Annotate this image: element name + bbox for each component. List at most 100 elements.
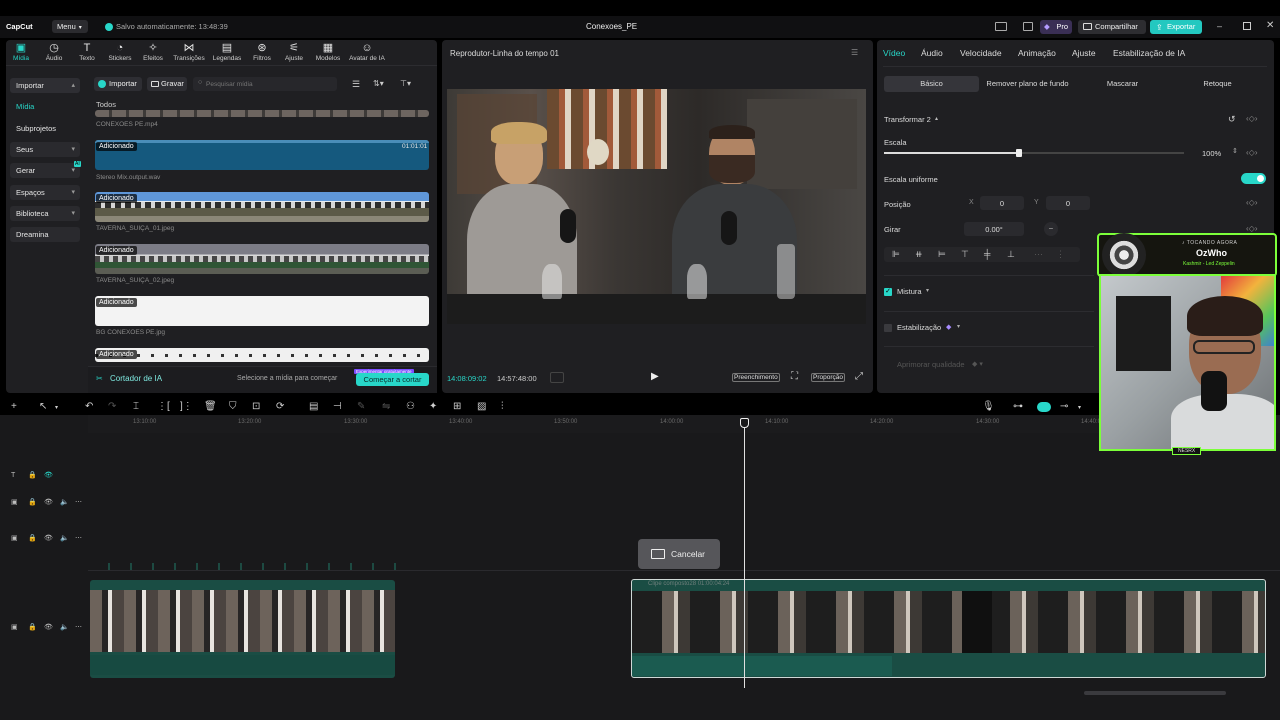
minimize-icon[interactable]: –: [1217, 21, 1222, 31]
position-y-input[interactable]: [1046, 196, 1090, 210]
layout-icon[interactable]: [995, 22, 1007, 31]
shield-icon[interactable]: ⛉: [229, 401, 237, 412]
tab-stickers[interactable]: ◔ Stickers: [103, 43, 137, 63]
tab-captions[interactable]: ▤ Legendas: [210, 43, 244, 63]
sidebar-item-spaces[interactable]: Espaços ▾: [10, 185, 80, 200]
sidebar-item-dreamina[interactable]: Dreamina: [10, 227, 80, 242]
rotate-dial-icon[interactable]: –: [1044, 222, 1058, 236]
split-left-icon[interactable]: ⋮[: [157, 401, 170, 412]
media-thumb-image[interactable]: [95, 296, 429, 326]
record-button[interactable]: Gravar: [147, 77, 187, 91]
ratio-button[interactable]: Proporção: [811, 373, 845, 382]
split-right-icon[interactable]: ]⋮: [180, 401, 193, 412]
sparkle-icon[interactable]: ✦: [429, 401, 437, 412]
video-clip-left[interactable]: [90, 580, 395, 678]
freeze-icon[interactable]: ⊣: [333, 401, 342, 412]
position-x-input[interactable]: [980, 196, 1024, 210]
audio-wave-icon[interactable]: ⫶: [501, 401, 504, 412]
timeline-scrollbar[interactable]: [1084, 691, 1226, 695]
filter-icon[interactable]: ⊤▾: [400, 79, 411, 88]
media-thumb-video[interactable]: [95, 110, 429, 117]
media-thumb-image[interactable]: [95, 348, 429, 362]
search-input[interactable]: [206, 78, 331, 90]
speaker-icon[interactable]: 🔈: [60, 535, 69, 542]
list-view-icon[interactable]: ☰: [352, 79, 360, 90]
playhead[interactable]: [744, 418, 745, 688]
chevron-down-icon[interactable]: ▾: [957, 323, 960, 330]
tab-adjust[interactable]: ⚟ Ajuste: [277, 43, 311, 63]
person-tool-icon[interactable]: ⚇: [406, 401, 415, 412]
chevron-down-icon[interactable]: ▾: [1078, 404, 1081, 411]
timecode-grid-icon[interactable]: [550, 372, 564, 383]
eye-icon[interactable]: 👁: [44, 472, 53, 479]
align-center-v-icon[interactable]: ╪: [984, 249, 990, 259]
search-field[interactable]: ○: [193, 77, 337, 91]
select-cursor-icon[interactable]: ↖: [39, 401, 47, 412]
undo-icon[interactable]: ↶: [85, 401, 93, 412]
sidebar-item-subprojects[interactable]: Subprojetos: [10, 121, 80, 136]
stepper-icon[interactable]: ⇕: [1232, 147, 1238, 155]
magnet-toggle-icon[interactable]: [1037, 402, 1051, 412]
split-icon[interactable]: ⌶: [133, 401, 139, 412]
subtab-mask[interactable]: Mascarar: [1075, 76, 1170, 92]
tab-templates[interactable]: ▦ Modelos: [311, 43, 345, 63]
snap-icon[interactable]: ⊸: [1060, 401, 1068, 412]
lock-icon[interactable]: 🔒: [28, 499, 37, 506]
chevron-up-icon[interactable]: ▴: [935, 115, 938, 122]
tab-speed[interactable]: Velocidade: [960, 48, 1002, 58]
keyframe-nav-icon[interactable]: ‹◇›: [1246, 198, 1257, 207]
speaker-icon[interactable]: 🔈: [60, 499, 69, 506]
subtab-remove-bg[interactable]: Remover plano de fundo: [980, 76, 1075, 92]
distribute-h-icon[interactable]: ⋯: [1034, 249, 1043, 260]
stabilize-checkbox[interactable]: [884, 324, 892, 332]
sidebar-item-media[interactable]: Mídia: [10, 99, 80, 114]
tab-adjust-props[interactable]: Ajuste: [1072, 48, 1096, 58]
chevron-down-icon[interactable]: ▾: [55, 404, 58, 411]
caption-tool-icon[interactable]: ▤: [309, 401, 318, 412]
tab-filters[interactable]: ⊛ Filtros: [245, 43, 279, 63]
mic-icon[interactable]: 🎙: [982, 401, 995, 412]
media-thumb-image[interactable]: [95, 244, 429, 274]
add-track-icon[interactable]: +: [11, 401, 17, 412]
delete-icon[interactable]: 🗑: [204, 401, 217, 412]
eye-icon[interactable]: 👁: [44, 499, 53, 506]
keyframe-nav-icon[interactable]: ‹◇›: [1246, 114, 1257, 123]
pen-icon[interactable]: ✎: [357, 401, 365, 412]
scale-value[interactable]: 100%: [1202, 149, 1221, 158]
tab-ai-avatar[interactable]: ☺ Avatar de IA: [345, 43, 389, 63]
sidebar-item-generate[interactable]: Gerar ▾: [10, 163, 80, 178]
more-icon[interactable]: ⋯: [75, 624, 82, 631]
fill-mode-button[interactable]: Preenchimento: [732, 373, 780, 382]
share-button[interactable]: Compartilhar: [1078, 20, 1146, 34]
play-icon[interactable]: ▶: [651, 371, 659, 382]
eye-icon[interactable]: 👁: [44, 535, 53, 542]
lock-icon[interactable]: 🔒: [28, 624, 37, 631]
tab-ai-stabilization[interactable]: Estabilização de IA: [1113, 48, 1185, 58]
chevron-down-icon[interactable]: ▾: [926, 287, 929, 294]
tab-video[interactable]: Vídeo: [883, 48, 905, 58]
align-bottom-icon[interactable]: ⊥: [1007, 249, 1015, 260]
align-top-icon[interactable]: ⊤: [961, 249, 969, 260]
scale-slider-track[interactable]: [884, 149, 1184, 157]
tab-audio[interactable]: ◷ Áudio: [37, 43, 71, 63]
more-icon[interactable]: ⋯: [75, 535, 82, 542]
maximize-icon[interactable]: [1243, 22, 1251, 30]
lock-icon[interactable]: 🔒: [28, 535, 37, 542]
keyframe-nav-icon[interactable]: ‹◇›: [1246, 148, 1257, 157]
more-icon[interactable]: ⋯: [75, 499, 82, 506]
tab-effects[interactable]: ✧ Efeitos: [136, 43, 170, 63]
redo-icon[interactable]: ↷: [108, 401, 116, 412]
blend-checkbox[interactable]: ✓: [884, 288, 892, 296]
pro-button[interactable]: ◆ Pro: [1040, 20, 1072, 34]
rotate-input[interactable]: [964, 222, 1024, 236]
shortcut-icon[interactable]: [1023, 22, 1033, 31]
keyframe-nav-icon[interactable]: ‹◇›: [1246, 224, 1257, 233]
mirror-icon[interactable]: ⇋: [382, 401, 390, 412]
sidebar-item-yours[interactable]: Seus ▾: [10, 142, 80, 157]
image-tool-icon[interactable]: ▨: [477, 401, 486, 412]
playhead-handle[interactable]: [740, 418, 749, 428]
compound-icon[interactable]: ⊞: [453, 401, 461, 412]
uniform-scale-toggle[interactable]: [1241, 173, 1266, 184]
link-icon[interactable]: ⊶: [1013, 401, 1023, 412]
reset-icon[interactable]: ↺: [1228, 114, 1236, 125]
